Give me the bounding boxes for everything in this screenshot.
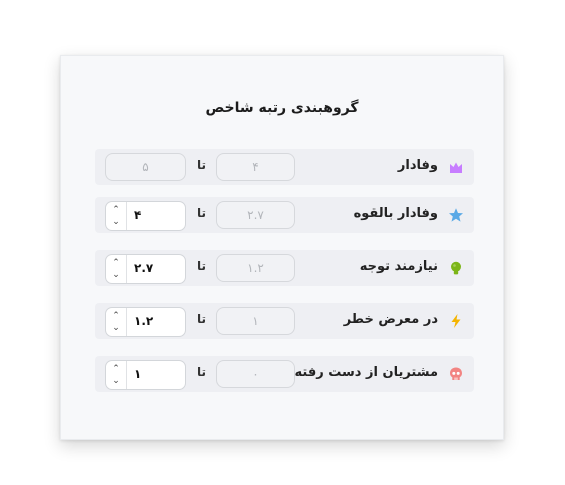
segment-row-potential-loyal: وفادار بالقوه ۲.۷ تا ⌃ ⌄ ۴ (95, 197, 474, 233)
from-value-field: ۱ (216, 307, 295, 335)
range-separator: تا (197, 312, 207, 326)
from-value-field: ۱.۲ (216, 254, 295, 282)
stepper-buttons: ⌃ ⌄ (106, 308, 127, 336)
skull-icon (448, 366, 464, 382)
chevron-down-icon[interactable]: ⌄ (111, 323, 121, 333)
chevron-up-icon[interactable]: ⌃ (111, 364, 121, 374)
chevron-down-icon[interactable]: ⌄ (111, 376, 121, 386)
bolt-icon (448, 313, 464, 329)
chevron-up-icon[interactable]: ⌃ (111, 311, 121, 321)
stepper-buttons: ⌃ ⌄ (106, 361, 127, 389)
range-separator: تا (197, 158, 207, 172)
star-icon (448, 207, 464, 223)
chevron-up-icon[interactable]: ⌃ (111, 205, 121, 215)
stepper-buttons: ⌃ ⌄ (106, 202, 127, 230)
from-value-field: ۲.۷ (216, 201, 295, 229)
chevron-down-icon[interactable]: ⌄ (111, 217, 121, 227)
range-separator: تا (197, 206, 207, 220)
to-value-field: ۵ (105, 153, 186, 181)
stepper-value[interactable]: ۱ (134, 367, 141, 381)
range-separator: تا (197, 259, 207, 273)
to-value-stepper[interactable]: ⌃ ⌄ ۴ (105, 201, 186, 231)
range-separator: تا (197, 365, 207, 379)
segment-label: وفادار (397, 158, 438, 173)
segment-card: گروهبندی رتبه شاخص وفادار ۴ تا ۵ وفادار … (60, 55, 504, 440)
stepper-buttons: ⌃ ⌄ (106, 255, 127, 283)
stepper-value[interactable]: ۴ (134, 208, 141, 222)
bulb-icon (448, 260, 464, 276)
to-value-stepper[interactable]: ⌃ ⌄ ۲.۷ (105, 254, 186, 284)
segment-row-needs-attention: نیازمند توجه ۱.۲ تا ⌃ ⌄ ۲.۷ (95, 250, 474, 286)
segment-label: نیازمند توجه (359, 259, 438, 274)
chevron-up-icon[interactable]: ⌃ (111, 258, 121, 268)
crown-icon (448, 159, 464, 175)
stepper-value[interactable]: ۱.۲ (134, 314, 153, 328)
segment-row-loyal: وفادار ۴ تا ۵ (95, 149, 474, 185)
segment-label: در معرض خطر (343, 312, 438, 327)
to-value-stepper[interactable]: ⌃ ⌄ ۱ (105, 360, 186, 390)
card-title: گروهبندی رتبه شاخص (205, 100, 359, 116)
chevron-down-icon[interactable]: ⌄ (111, 270, 121, 280)
segment-label: مشتریان از دست رفته (294, 365, 438, 380)
to-value-stepper[interactable]: ⌃ ⌄ ۱.۲ (105, 307, 186, 337)
from-value-field: ۰ (216, 360, 295, 388)
from-value-field: ۴ (216, 153, 295, 181)
stepper-value[interactable]: ۲.۷ (134, 261, 153, 275)
segment-label: وفادار بالقوه (353, 206, 438, 221)
segment-row-at-risk: در معرض خطر ۱ تا ⌃ ⌄ ۱.۲ (95, 303, 474, 339)
segment-row-lost-customers: مشتریان از دست رفته ۰ تا ⌃ ⌄ ۱ (95, 356, 474, 392)
